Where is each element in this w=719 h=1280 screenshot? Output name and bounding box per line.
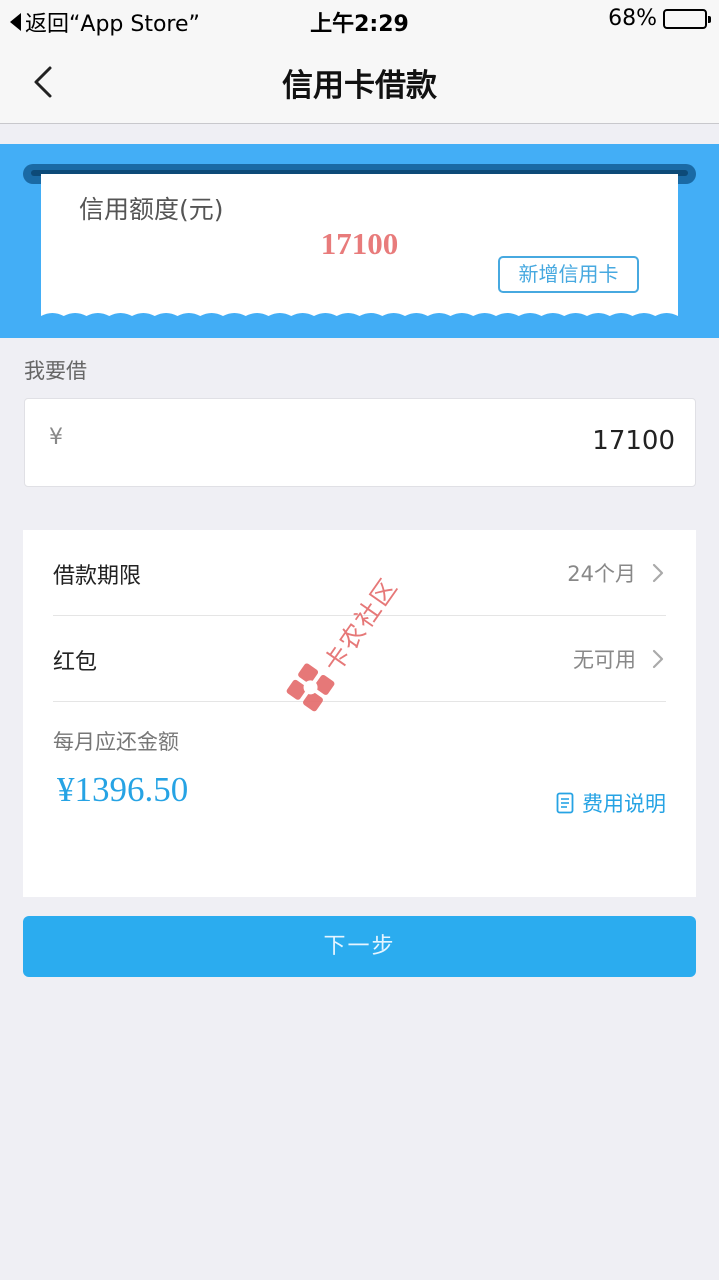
- fee-explanation-label: 费用说明: [582, 792, 666, 816]
- document-icon: [556, 792, 574, 814]
- loan-term-value: 24个月: [567, 562, 636, 586]
- currency-symbol: ¥: [49, 425, 63, 450]
- battery-status: 68%: [608, 6, 711, 31]
- credit-limit-label: 信用额度(元): [79, 195, 224, 224]
- next-step-button[interactable]: 下一步: [23, 916, 696, 977]
- battery-percent: 68%: [608, 6, 657, 31]
- loan-details-card: 借款期限 24个月 红包 无可用 每月应还金额 ¥1396.50 费用说明: [23, 530, 696, 897]
- status-bar: 返回“App Store” 上午2:29 68%: [0, 0, 719, 40]
- borrow-amount-value: 17100: [592, 426, 675, 456]
- red-packet-label: 红包: [53, 650, 98, 675]
- add-credit-card-button[interactable]: 新增信用卡: [498, 256, 639, 293]
- chevron-right-icon: [652, 563, 664, 583]
- credit-limit-card: 信用额度(元) 17100 新增信用卡: [41, 174, 678, 322]
- fee-explanation-link[interactable]: 费用说明: [556, 788, 666, 818]
- borrow-amount-input[interactable]: ¥ 17100: [24, 398, 696, 487]
- borrow-label: 我要借: [24, 359, 87, 383]
- navigation-bar: 信用卡借款: [0, 40, 719, 124]
- card-wave-edge: [41, 313, 678, 324]
- credit-banner: 信用额度(元) 17100 新增信用卡: [0, 144, 719, 338]
- page-title: 信用卡借款: [282, 68, 437, 104]
- battery-icon: [663, 8, 711, 29]
- loan-term-row[interactable]: 借款期限 24个月: [53, 530, 666, 616]
- monthly-payment-label: 每月应还金额: [53, 730, 179, 754]
- monthly-payment-value: ¥1396.50: [57, 770, 189, 809]
- loan-term-label: 借款期限: [53, 564, 142, 589]
- red-packet-row[interactable]: 红包 无可用: [53, 616, 666, 702]
- chevron-right-icon: [652, 649, 664, 669]
- red-packet-value: 无可用: [573, 648, 636, 672]
